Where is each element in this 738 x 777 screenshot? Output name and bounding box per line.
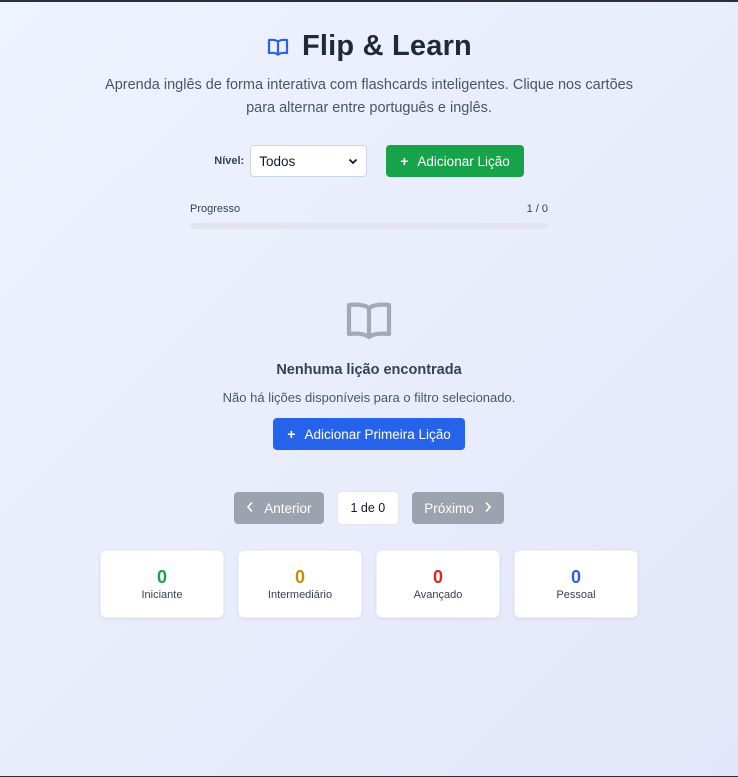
chevron-right-icon [484, 500, 492, 516]
stat-card-iniciante: 0 Iniciante [100, 550, 224, 618]
level-select[interactable]: Todos [250, 145, 368, 177]
stat-card-pessoal: 0 Pessoal [514, 550, 638, 618]
stat-label: Intermediário [267, 589, 333, 601]
empty-state-text: Não há lições disponíveis para o filtro … [222, 390, 516, 405]
chevron-down-icon [348, 156, 358, 166]
progress-value: 1 / 0 [526, 203, 548, 215]
add-lesson-label: Adicionar Lição [417, 153, 510, 169]
plus-icon: + [400, 153, 409, 169]
chevron-left-icon [246, 500, 254, 516]
app-title: Flip & Learn [302, 30, 472, 62]
next-button[interactable]: Próximo [412, 492, 504, 524]
add-first-lesson-label: Adicionar Primeira Lição [304, 426, 451, 442]
stat-label: Iniciante [141, 589, 183, 601]
controls-bar: Nível: Todos + Adicionar Lição [0, 145, 738, 177]
add-first-lesson-button[interactable]: + Adicionar Primeira Lição [273, 418, 465, 450]
page-indicator: 1 de 0 [336, 491, 400, 525]
level-select-value: Todos [259, 153, 296, 169]
stat-card-avancado: 0 Avançado [376, 550, 500, 618]
progress-bar [190, 223, 548, 229]
previous-button[interactable]: Anterior [234, 492, 324, 524]
stat-value: 0 [570, 567, 581, 587]
stats-cards: 0 Iniciante 0 Intermediário 0 Avançado 0… [100, 550, 638, 618]
next-label: Próximo [424, 500, 474, 516]
stat-label: Pessoal [556, 589, 596, 601]
add-lesson-button[interactable]: + Adicionar Lição [386, 145, 524, 177]
stat-value: 0 [294, 567, 305, 587]
book-icon [266, 35, 290, 59]
empty-state-title: Nenhuma lição encontrada [276, 362, 462, 378]
empty-state: Nenhuma lição encontrada Não há lições d… [0, 300, 738, 450]
previous-label: Anterior [264, 500, 312, 516]
plus-icon: + [287, 426, 296, 442]
stat-card-intermediario: 0 Intermediário [238, 550, 362, 618]
progress-section: Progresso 1 / 0 [190, 203, 548, 229]
progress-label: Progresso [190, 203, 241, 215]
stat-value: 0 [432, 567, 443, 587]
app-subtitle: Aprenda inglês de forma interativa com f… [105, 77, 633, 116]
level-label: Nível: [214, 155, 245, 167]
open-book-icon [346, 300, 392, 342]
app-header: Flip & Learn [0, 30, 738, 63]
stat-label: Avançado [413, 589, 463, 601]
pagination: Anterior 1 de 0 Próximo [0, 491, 738, 525]
stat-value: 0 [156, 567, 167, 587]
